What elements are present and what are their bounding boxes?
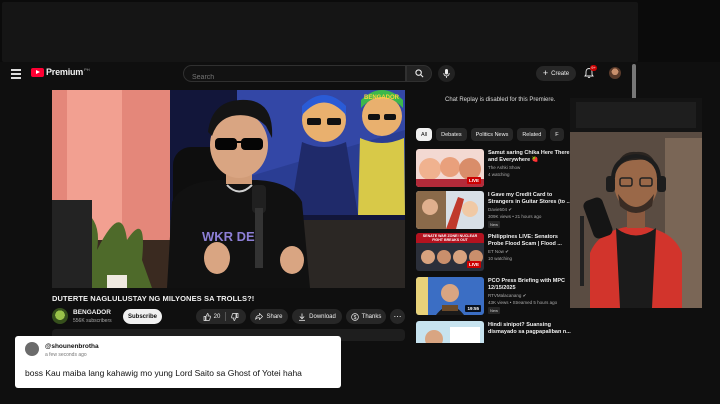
search-box [183,65,406,85]
create-label: Create [551,70,570,77]
scene-cap-text: BENGADOR [364,95,400,101]
recommendation-views: 43K views • Streamed 5 hours ago [488,300,558,305]
like-icon[interactable] [203,312,211,321]
comment-text: boss Kau maiba lang kahawig mo yung Lord… [25,368,302,378]
share-label: Share [266,313,283,320]
more-vertical-icon[interactable]: ⋮ [574,321,576,329]
recommendation-item[interactable]: SENATE WAR ZONE! NUCLEAR FIGHT BREAKS OU… [416,233,576,273]
search-button[interactable] [406,65,432,82]
new-badge: New [488,307,501,314]
dislike-icon[interactable] [231,312,239,321]
recommendation-title[interactable]: Philippines LIVE: Senators Probe Flood S… [488,234,574,248]
youtube-premium-logo[interactable]: Premium PH [31,67,90,77]
like-count: 20 [213,313,221,320]
like-dislike-group: 20 [196,309,246,324]
chip-politics-news[interactable]: Politics News [470,128,514,141]
logo-region: PH [84,67,90,72]
plus-icon: + [542,68,549,78]
thanks-button[interactable]: $ Thanks [346,309,386,324]
live-badge: LIVE [466,261,481,268]
video-player[interactable]: BENGADOR WKR DES [52,90,405,288]
hamburger-menu-icon[interactable] [11,69,21,79]
top-overlay-band [0,0,720,62]
search-icon [414,69,423,78]
duration-badge: 19:55 [465,305,481,312]
subscriber-count: 556K subscribers [73,318,112,324]
chat-comment-card: @shounenbrotha a few seconds ago boss Ka… [15,336,341,388]
thanks-icon: $ [350,312,359,321]
chip-related[interactable]: Related [517,128,547,141]
subscribe-button[interactable]: Subscribe [123,309,162,324]
chip-debates[interactable]: Debates [436,128,467,141]
comment-timestamp: a few seconds ago [45,352,87,358]
download-button[interactable]: Download [292,309,342,324]
share-button[interactable]: Share [250,309,288,324]
recommendation-channel[interactable]: The Ashki Show [488,165,520,170]
recommendation-thumbnail[interactable]: 19:55 [416,277,484,315]
video-title: DUTERTE NAGLULUSTAY NG MILYONES SA TROLL… [52,294,255,303]
recommendation-thumbnail[interactable] [416,321,484,343]
recommendation-thumbnail[interactable] [416,191,484,229]
thumbnail-image [416,321,484,343]
filter-chips: All Debates Politics News Related F [416,128,564,141]
svg-text:$: $ [353,315,356,321]
chip-all[interactable]: All [416,128,433,141]
recommendation-channel[interactable]: ET Now ✔ [488,249,509,255]
scene-shirt-text: WKR DES [202,229,264,244]
webcam-overlay [570,98,702,308]
channel-avatar[interactable] [52,308,68,324]
new-badge: New [488,221,501,228]
share-icon [255,313,264,320]
recommendation-views: 309K views • 21 hours ago [488,214,542,219]
commenter-username: @shounenbrotha [45,343,99,350]
notification-badge: 9+ [590,65,597,71]
recommendation-views: 4 watching [488,172,510,177]
download-icon [299,313,306,321]
live-badge: LIVE [466,177,481,184]
create-button[interactable]: + Create [536,66,576,81]
recommendation-views: 10 watching [488,256,513,261]
recommendation-title[interactable]: PCO Press Briefing with MPC 12/15/2025 [488,278,574,292]
search-input[interactable] [184,70,405,85]
recommendation-item[interactable]: Hindi sinipot? Suansing dismayado sa pag… [416,321,576,343]
recommendation-title[interactable]: Samut saring Chika Here There and Everyw… [488,150,574,164]
recommendation-item[interactable]: LIVE Samut saring Chika Here There and E… [416,149,576,189]
commenter-avatar [25,342,39,356]
recommendation-channel[interactable]: RTVMalacanang ✔ [488,293,526,299]
like-divider [225,312,227,321]
thanks-label: Thanks [361,313,382,320]
recommendation-title[interactable]: Hindi sinipot? Suansing dismayado sa pag… [488,322,574,336]
chip-more[interactable]: F [550,128,564,141]
youtube-play-icon [31,67,44,77]
masthead: Premium PH + Create 9+ [0,62,636,86]
recommendation-channel[interactable]: Davie504 ✔ [488,207,512,213]
video-frame: BENGADOR WKR DES [52,90,405,288]
recommendation-thumbnail[interactable]: LIVE [416,149,484,187]
recommendation-title[interactable]: I Gave my Credit Card to Strangers in Gu… [488,192,574,206]
account-avatar[interactable] [609,67,621,79]
top-overlay-panel [2,2,638,62]
thumbnail-image [416,191,484,229]
channel-name[interactable]: BENGADOR [73,309,111,316]
chat-replay-notice: Chat Replay is disabled for this Premier… [445,97,556,103]
logo-text: Premium [46,67,84,77]
recommendation-thumbnail[interactable]: SENATE WAR ZONE! NUCLEAR FIGHT BREAKS OU… [416,233,484,271]
more-horizontal-icon: ⋯ [393,311,402,321]
recommendation-item[interactable]: I Gave my Credit Card to Strangers in Gu… [416,191,576,231]
more-actions-button[interactable]: ⋯ [390,309,405,324]
microphone-icon [443,69,450,78]
thumbnail-caption: SENATE WAR ZONE! NUCLEAR FIGHT BREAKS OU… [422,234,478,242]
voice-search-button[interactable] [438,65,455,82]
webcam-image [570,98,702,308]
recommendation-item[interactable]: 19:55 PCO Press Briefing with MPC 12/15/… [416,277,576,317]
download-label: Download [309,313,336,320]
